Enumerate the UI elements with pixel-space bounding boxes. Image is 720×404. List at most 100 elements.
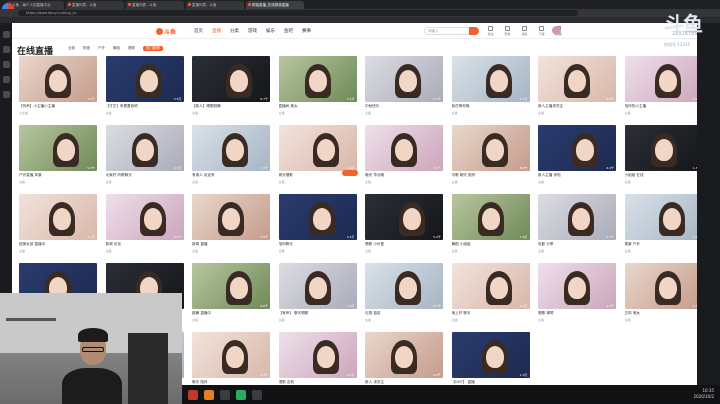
stream-card[interactable]: 3.4万陪你聊天主播 bbox=[278, 194, 357, 262]
nav-item[interactable]: 赛事 bbox=[302, 28, 311, 34]
host-name[interactable]: 主播 bbox=[452, 111, 458, 115]
stream-card[interactable]: 2.1万 直播间 美女 主播 bbox=[278, 56, 357, 124]
stream-thumbnail[interactable]: 1.9万 bbox=[451, 332, 530, 378]
host-name[interactable]: 主播 bbox=[365, 318, 371, 322]
stream-card[interactable]: 1.0万 晚上好 聊天 主播 bbox=[451, 263, 530, 331]
host-name[interactable]: 主播 bbox=[106, 249, 112, 253]
stream-card[interactable]: 2.3万 大家好 听歌聊天 主播 bbox=[105, 125, 184, 193]
stream-thumbnail[interactable]: 7.7千 bbox=[538, 194, 616, 240]
stream-card[interactable]: 5.0千 唱歌 小可爱 主播 bbox=[365, 194, 443, 262]
host-name[interactable]: 主播 bbox=[625, 180, 631, 184]
stream-thumbnail[interactable]: 6.2千 bbox=[105, 194, 184, 240]
stream-title[interactable]: 晚上好 聊天 bbox=[452, 311, 530, 316]
stream-card[interactable]: 8.1千 礼物 抽奖 主播 bbox=[365, 263, 443, 331]
stream-thumbnail[interactable]: 2.5万 bbox=[278, 332, 357, 378]
dock-item-icon[interactable] bbox=[2, 46, 10, 53]
stream-title[interactable]: 直播间 美女 bbox=[279, 104, 357, 109]
stream-card[interactable]: 4.8千 新人主播求关注 主播 bbox=[538, 56, 616, 124]
header-icon-follow[interactable]: 关注 bbox=[486, 26, 495, 36]
stream-card[interactable]: 8.8千 听歌 聊天 陪伴 主播 bbox=[451, 125, 530, 193]
stream-title[interactable]: 中秋快乐 bbox=[365, 104, 443, 109]
stream-thumbnail[interactable]: 3.4万 bbox=[278, 194, 357, 240]
nav-item[interactable]: 游戏 bbox=[248, 28, 257, 34]
stream-thumbnail[interactable]: 2.2万 bbox=[624, 194, 703, 240]
stream-thumbnail[interactable]: 8.8千 bbox=[451, 125, 530, 171]
host-name[interactable]: 主播 bbox=[452, 249, 458, 253]
stream-thumbnail[interactable]: 9.2千 bbox=[624, 56, 703, 102]
taskbar-app-icon[interactable] bbox=[236, 389, 246, 400]
stream-title[interactable]: 舞蹈 小姐姐 bbox=[452, 242, 530, 247]
stream-thumbnail[interactable]: 5.0千 bbox=[365, 194, 443, 240]
stream-thumbnail[interactable]: 3.6万 bbox=[624, 263, 703, 309]
browser-tab[interactable]: 直播列表 - 斗鱼 bbox=[186, 1, 244, 9]
stream-thumbnail[interactable]: 1.3万 bbox=[624, 125, 703, 171]
stream-thumbnail[interactable]: 2.9万 bbox=[278, 263, 357, 309]
stream-card[interactable]: 1.1万 我在等你哦 主播 bbox=[451, 56, 530, 124]
dock-item-icon[interactable] bbox=[2, 31, 10, 38]
stream-card[interactable]: 9.2千陪伴的小主播主播 bbox=[624, 56, 703, 124]
stream-title[interactable]: 有缘人 欢迎来 bbox=[192, 173, 270, 178]
stream-card[interactable]: 9.9千 新闻 直播 主播 bbox=[192, 194, 270, 262]
stream-card[interactable]: 3.6万古风 美女主播 bbox=[624, 263, 703, 331]
stream-title[interactable]: 新人主播 来啦 bbox=[538, 173, 616, 178]
stream-card[interactable]: 1.8万舞蹈 小姐姐 主播 bbox=[451, 194, 530, 262]
stream-card[interactable]: 7.7千 电影 分享 主播 bbox=[538, 194, 616, 262]
host-name[interactable]: 主播 bbox=[192, 249, 198, 253]
filter-item[interactable]: 舞蹈 bbox=[113, 46, 120, 51]
browser-tab[interactable]: 直播列表 - 斗鱼 bbox=[126, 1, 184, 9]
dock-item-icon[interactable] bbox=[2, 61, 10, 68]
stream-title[interactable]: 大家好 听歌聊天 bbox=[106, 173, 184, 178]
host-name[interactable]: 主播 bbox=[279, 249, 285, 253]
host-name[interactable]: 主播 bbox=[625, 111, 631, 115]
stream-card[interactable]: 8.7千 【新人】唱歌跳舞 主播 bbox=[192, 56, 270, 124]
stream-thumbnail[interactable]: 5.5千 bbox=[19, 125, 97, 171]
stream-title[interactable]: 【有声】 聊天唱歌 bbox=[279, 311, 357, 316]
taskbar-app-icon[interactable] bbox=[220, 389, 230, 400]
stream-card[interactable]: 1.3万小姐姐 在线主播 bbox=[624, 125, 703, 193]
nav-item[interactable]: 娱乐 bbox=[266, 28, 275, 34]
stream-thumbnail[interactable]: 1.1万 bbox=[451, 56, 530, 102]
nav-item[interactable]: 鱼吧 bbox=[284, 28, 293, 34]
host-name[interactable]: 主播 bbox=[19, 180, 25, 184]
stream-title[interactable]: 【新人】唱歌跳舞 bbox=[192, 104, 270, 109]
nav-item[interactable]: 首页 bbox=[194, 28, 203, 34]
host-name[interactable]: 主播 bbox=[279, 111, 285, 115]
stream-title[interactable]: 陪你聊天 bbox=[279, 242, 357, 247]
filter-item[interactable]: 唱歌 bbox=[128, 46, 135, 51]
avatar[interactable] bbox=[552, 26, 561, 35]
taskbar-app-icon[interactable] bbox=[252, 389, 262, 400]
stream-thumbnail[interactable]: 6.3千 bbox=[365, 56, 443, 102]
stream-card[interactable]: 2.7万 甜美女孩 直播中 主播 bbox=[19, 194, 97, 262]
stream-card[interactable]: 2.2万雪景 户外主播 bbox=[624, 194, 703, 262]
header-icon-message[interactable]: 消息 bbox=[520, 26, 529, 36]
stream-card[interactable]: 3.5万 【才艺】来看看我吧 主播 bbox=[105, 56, 184, 124]
stream-thumbnail[interactable]: 7.1千 bbox=[192, 125, 270, 171]
nav-item[interactable]: 分类 bbox=[230, 28, 239, 34]
host-name[interactable]: 小主播 bbox=[19, 111, 28, 115]
stream-card[interactable]: 1.2万【有声】小主播小主播 小主播 bbox=[19, 56, 97, 124]
host-name[interactable]: 主播 bbox=[279, 180, 285, 184]
stream-thumbnail[interactable]: 6.6千 bbox=[192, 263, 270, 309]
stream-thumbnail[interactable]: 9.4千 bbox=[192, 332, 270, 378]
stream-thumbnail[interactable]: 2.3万 bbox=[105, 125, 184, 171]
stream-card[interactable]: 1.6万 聊天唱歌 主播 bbox=[278, 125, 357, 193]
stream-thumbnail[interactable]: 1.6万 bbox=[278, 125, 357, 171]
dock-item-icon[interactable] bbox=[2, 76, 10, 83]
host-name[interactable]: 主播 bbox=[365, 249, 371, 253]
stream-title[interactable]: 新人主播求关注 bbox=[538, 104, 616, 109]
host-name[interactable]: 主播 bbox=[192, 180, 198, 184]
stream-card[interactable]: 9.4千聊天 陪伴主播 bbox=[192, 332, 270, 385]
host-name[interactable]: 主播 bbox=[452, 180, 458, 184]
stream-card[interactable]: 2.9万 【有声】 聊天唱歌 主播 bbox=[278, 263, 357, 331]
stream-thumbnail[interactable]: 1.8万 bbox=[451, 194, 530, 240]
stream-title[interactable]: 陪伴的小主播 bbox=[625, 104, 703, 109]
stream-card[interactable]: 6.2千 新闻 访谈 主播 bbox=[105, 194, 184, 262]
stream-thumbnail[interactable]: 1.2万 bbox=[19, 56, 97, 102]
filter-item-hot[interactable]: 热门推荐 bbox=[143, 46, 163, 51]
filter-item[interactable]: 户外 bbox=[98, 46, 105, 51]
stream-title[interactable]: 【有声】小主播小主播 bbox=[19, 104, 97, 109]
stream-thumbnail[interactable]: 8.1千 bbox=[365, 263, 443, 309]
header-icon-history[interactable]: 历史 bbox=[503, 26, 512, 36]
stream-card[interactable]: 7.1千有缘人 欢迎来 主播 bbox=[192, 125, 270, 193]
stream-card[interactable]: 1.9万【DHT】 直播主播 bbox=[451, 332, 530, 385]
